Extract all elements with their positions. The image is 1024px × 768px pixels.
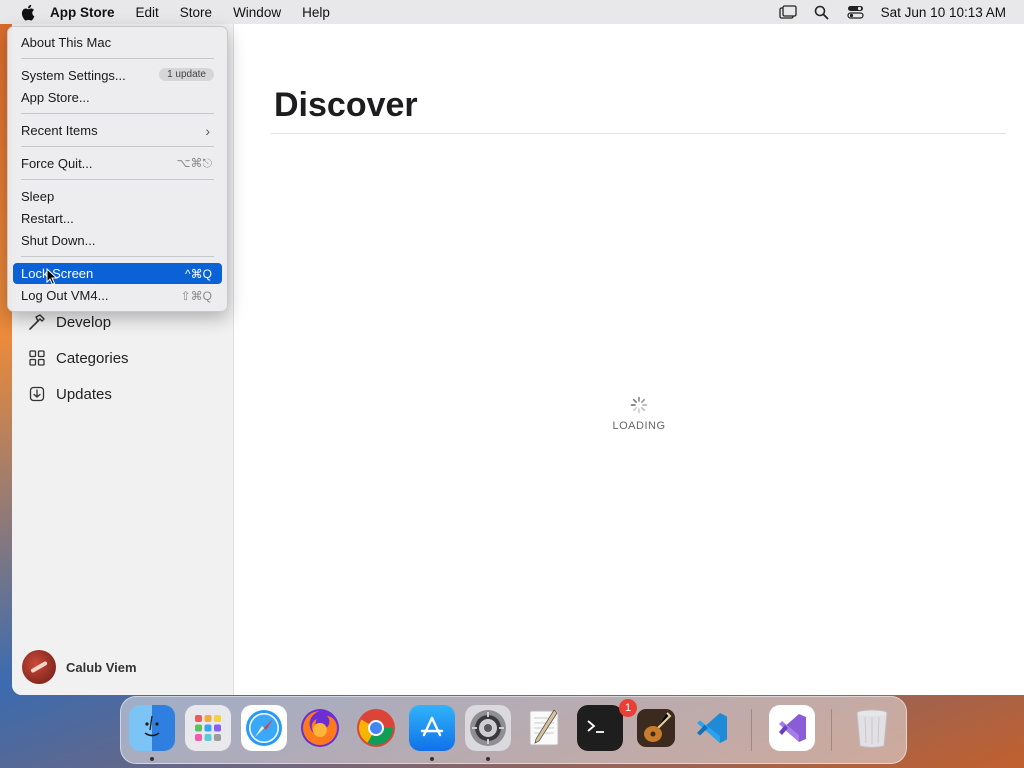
- textedit-icon[interactable]: [521, 705, 567, 751]
- sidebar-item-label: Categories: [56, 349, 129, 367]
- menu-item-shut-down[interactable]: Shut Down...: [13, 230, 222, 251]
- shortcut-label: ⇧⌘Q: [180, 288, 212, 303]
- apple-menu-dropdown: About This Mac System Settings... 1 upda…: [7, 26, 228, 312]
- launchpad-icon[interactable]: [185, 705, 231, 751]
- menu-bar: App Store Edit Store Window Help Sat Jun…: [0, 0, 1024, 24]
- shortcut-label: ⌥⌘⎋: [176, 156, 212, 170]
- menu-separator: [21, 179, 214, 180]
- menu-separator: [21, 146, 214, 147]
- loading-label: LOADING: [612, 420, 666, 432]
- shortcut-label: ^⌘Q: [185, 266, 212, 281]
- window-mirror-icon[interactable]: [779, 3, 797, 21]
- user-name: Calub Viem: [66, 659, 137, 675]
- title-divider: [271, 133, 1006, 134]
- chrome-icon[interactable]: [353, 705, 399, 751]
- menu-item-recent-items[interactable]: Recent Items ›: [13, 120, 222, 141]
- menu-item-system-settings[interactable]: System Settings... 1 update: [13, 65, 222, 86]
- terminal-icon[interactable]: [577, 705, 623, 751]
- dock-separator: [751, 709, 752, 751]
- menu-separator: [21, 256, 214, 257]
- menu-edit[interactable]: Edit: [136, 5, 159, 20]
- menu-item-about-this-mac[interactable]: About This Mac: [13, 32, 222, 53]
- running-indicator: [430, 757, 434, 761]
- avatar: [22, 650, 56, 684]
- menu-item-app-store[interactable]: App Store...: [13, 87, 222, 108]
- spotlight-search-icon[interactable]: [813, 3, 831, 21]
- garageband-icon[interactable]: [633, 705, 679, 751]
- menu-item-force-quit[interactable]: Force Quit... ⌥⌘⎋: [13, 153, 222, 174]
- notification-badge: 1: [619, 699, 637, 717]
- download-icon: [28, 385, 46, 403]
- menu-app-name[interactable]: App Store: [50, 5, 115, 20]
- running-indicator: [150, 757, 154, 761]
- menu-clock[interactable]: Sat Jun 10 10:13 AM: [881, 5, 1006, 20]
- menu-item-label: Restart...: [21, 211, 74, 226]
- loading-spinner-icon: [630, 396, 648, 414]
- menu-store[interactable]: Store: [180, 5, 212, 20]
- visual-studio-code-icon[interactable]: [689, 705, 735, 751]
- finder-icon[interactable]: [129, 705, 175, 751]
- visual-studio-icon[interactable]: [769, 705, 815, 751]
- page-title: Discover: [274, 86, 418, 124]
- mouse-pointer-icon: [46, 267, 58, 286]
- menu-help[interactable]: Help: [302, 5, 330, 20]
- menu-item-label: System Settings...: [21, 68, 126, 83]
- sidebar-item-categories[interactable]: Categories: [28, 344, 129, 372]
- control-center-icon[interactable]: [847, 3, 865, 21]
- menu-item-log-out[interactable]: Log Out VM4... ⇧⌘Q: [13, 285, 222, 306]
- menu-item-restart[interactable]: Restart...: [13, 208, 222, 229]
- firefox-icon[interactable]: [297, 705, 343, 751]
- update-badge: 1 update: [159, 68, 214, 81]
- main-content: Discover LOADING: [234, 24, 1024, 695]
- menu-separator: [21, 113, 214, 114]
- sidebar-item-develop[interactable]: Develop: [28, 308, 111, 336]
- system-settings-icon[interactable]: [465, 705, 511, 751]
- menu-item-label: Force Quit...: [21, 156, 93, 171]
- chevron-right-icon: ›: [205, 122, 210, 139]
- menu-item-label: Recent Items: [21, 123, 98, 138]
- menu-item-label: Sleep: [21, 189, 55, 204]
- menu-item-label: About This Mac: [21, 35, 112, 50]
- apple-menu-icon[interactable]: [18, 3, 36, 21]
- running-indicator: [486, 757, 490, 761]
- hammer-icon: [28, 313, 46, 331]
- menu-item-label: Log Out VM4...: [21, 288, 109, 303]
- sidebar-item-label: Updates: [56, 385, 112, 403]
- dock-separator: [831, 709, 832, 751]
- sidebar-item-updates[interactable]: Updates: [28, 380, 112, 408]
- safari-icon[interactable]: [241, 705, 287, 751]
- menu-separator: [21, 58, 214, 59]
- menu-item-sleep[interactable]: Sleep: [13, 186, 222, 207]
- menu-window[interactable]: Window: [233, 5, 281, 20]
- grid-icon: [28, 349, 46, 367]
- dock: 1: [120, 696, 907, 764]
- menu-item-label: App Store...: [21, 90, 90, 105]
- menu-item-lock-screen[interactable]: Lock Screen ^⌘Q: [13, 263, 222, 284]
- menu-item-label: Shut Down...: [21, 233, 96, 248]
- sidebar-item-label: Develop: [56, 313, 112, 331]
- app-store-icon[interactable]: [409, 705, 455, 751]
- trash-icon[interactable]: [849, 705, 895, 751]
- user-profile[interactable]: Calub Viem: [22, 650, 137, 684]
